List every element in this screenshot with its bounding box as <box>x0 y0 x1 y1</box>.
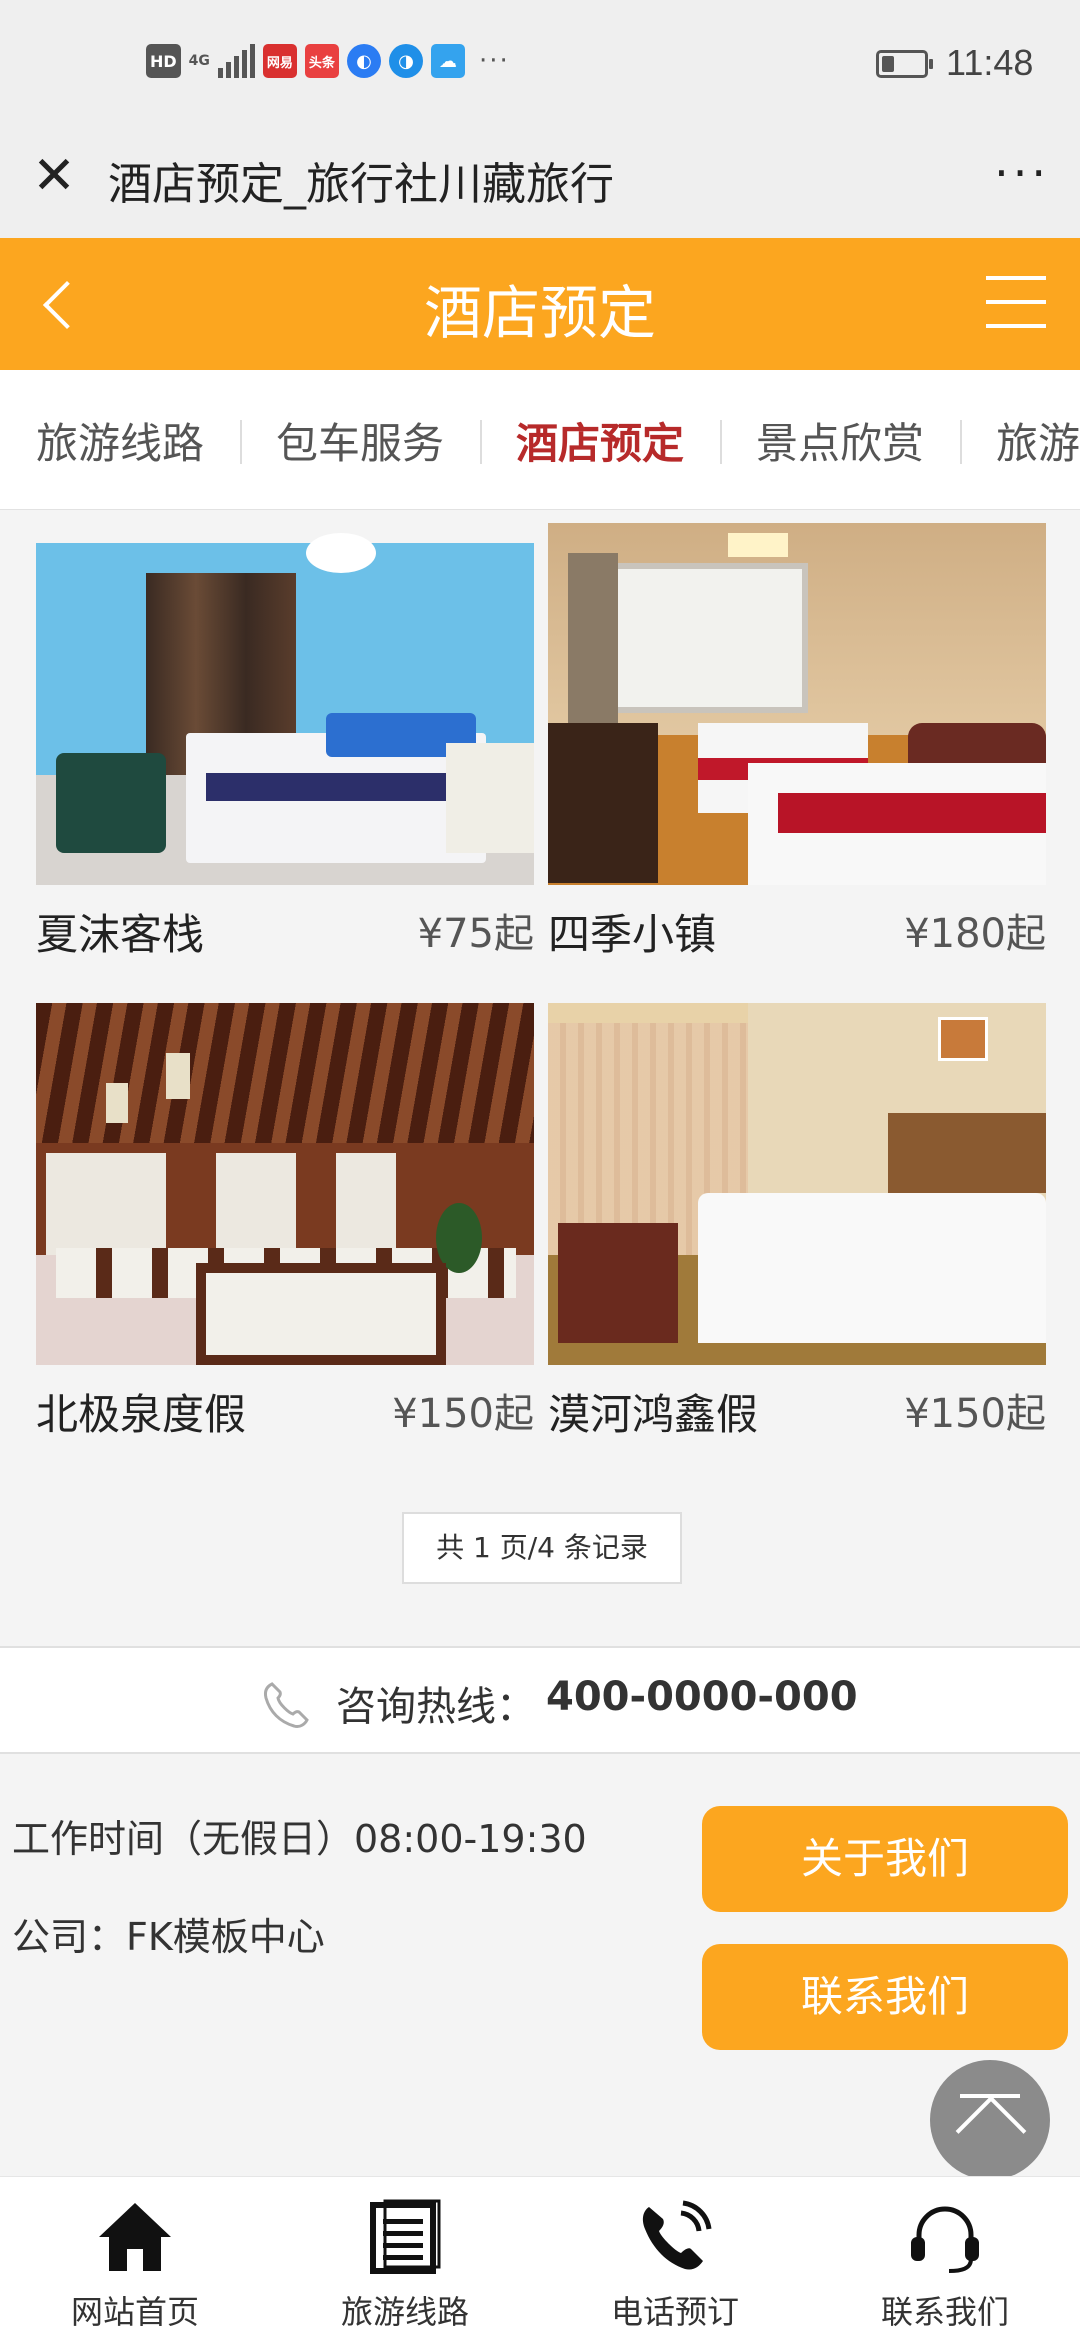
more-notifications-icon: ··· <box>478 46 510 76</box>
network-type: 4G <box>188 53 210 69</box>
battery-icon <box>876 50 933 78</box>
browser-title-bar: ✕ 酒店预定_旅行社川藏旅行 ··· <box>0 130 1080 238</box>
category-item[interactable]: 景点欣赏 <box>756 410 924 471</box>
hotline-bar[interactable]: 咨询热线： 400-0000-000 <box>0 1646 1080 1754</box>
hotel-photo[interactable] <box>548 523 1046 885</box>
cloud-app-icon: ☁ <box>430 44 465 78</box>
hd-icon: HD <box>146 44 181 78</box>
nav-item-routes[interactable]: 旅游线路 <box>270 2177 540 2340</box>
signal-icon <box>217 44 255 78</box>
nav-label: 联系我们 <box>880 2293 1009 2331</box>
hotel-name[interactable]: 漠河鸿鑫假 <box>548 1381 758 1442</box>
hotel-price: ¥75起 <box>417 911 534 957</box>
netease-app-icon: 网易 <box>262 44 297 78</box>
compass-app-icon: ◑ <box>388 44 423 78</box>
hotel-photo[interactable] <box>548 1003 1046 1365</box>
work-time: 工作时间（无假日）08:00-19:30 <box>12 1817 587 1861</box>
close-icon[interactable]: ✕ <box>30 150 78 202</box>
category-divider <box>240 420 242 464</box>
about-us-button[interactable]: 关于我们 <box>702 1806 1068 1912</box>
category-divider <box>480 420 482 464</box>
hotel-card[interactable]: 北极泉度假 ¥150起 <box>36 1003 534 1439</box>
hotel-price: ¥150起 <box>904 1391 1046 1437</box>
category-item-active[interactable]: 酒店预定 <box>516 410 684 471</box>
company-name: 公司：FK模板中心 <box>12 1915 325 1959</box>
status-time: 11:48 <box>946 42 1034 83</box>
category-item[interactable]: 旅游线路 <box>36 410 204 471</box>
nav-item-contact[interactable]: 联系我们 <box>810 2177 1080 2340</box>
pagination-info: 共 1 页/4 条记录 <box>402 1512 682 1584</box>
status-bar: HD 4G 网易 头条 ◐ ◑ ☁ ··· 11:48 <box>0 0 1080 130</box>
hotel-photo[interactable] <box>36 523 534 885</box>
nav-label: 旅游线路 <box>340 2293 469 2331</box>
category-item[interactable]: 旅游 <box>996 410 1080 471</box>
document-list-icon <box>370 2199 441 2274</box>
status-icons: HD 4G 网易 头条 ◐ ◑ ☁ ··· <box>146 44 510 78</box>
header-title: 酒店预定 <box>423 279 656 347</box>
phone-icon <box>264 1682 309 1728</box>
hotel-name[interactable]: 夏沫客栈 <box>36 901 204 962</box>
hotel-card[interactable]: 四季小镇 ¥180起 <box>548 523 1046 959</box>
category-nav: 旅游线路 包车服务 酒店预定 景点欣赏 旅游 <box>0 370 1080 510</box>
back-to-top-button[interactable] <box>930 2060 1050 2180</box>
more-options-icon[interactable]: ··· <box>994 146 1050 200</box>
headset-icon <box>911 2206 979 2273</box>
hotline-number[interactable]: 400-0000-000 <box>546 1674 858 1720</box>
hotel-photo[interactable] <box>36 1003 534 1365</box>
toutiao-app-icon: 头条 <box>304 44 339 78</box>
page-title: 酒店预定_旅行社川藏旅行 <box>108 159 614 210</box>
battery-level <box>882 56 894 72</box>
bottom-nav: 网站首页 旅游线路 电话预订 联系我们 <box>0 2176 1080 2340</box>
nav-item-phone[interactable]: 电话预订 <box>540 2177 810 2340</box>
browser-app-icon: ◐ <box>346 44 381 78</box>
hotline-label: 咨询热线： <box>336 1684 536 1730</box>
nav-label: 网站首页 <box>70 2293 199 2331</box>
nav-item-home[interactable]: 网站首页 <box>0 2177 270 2340</box>
hotel-card[interactable]: 漠河鸿鑫假 ¥150起 <box>548 1003 1046 1439</box>
hotel-price: ¥180起 <box>904 911 1046 957</box>
hotel-name[interactable]: 四季小镇 <box>548 901 716 962</box>
hamburger-menu-icon[interactable] <box>986 276 1046 330</box>
site-header: 酒店预定 <box>0 238 1080 370</box>
nav-label: 电话预订 <box>610 2293 739 2331</box>
phone-call-icon <box>642 2200 712 2270</box>
category-item[interactable]: 包车服务 <box>276 410 444 471</box>
category-divider <box>720 420 722 464</box>
hotel-price: ¥150起 <box>392 1391 534 1437</box>
hotel-card[interactable]: 夏沫客栈 ¥75起 <box>36 523 534 959</box>
home-icon <box>99 2203 171 2271</box>
hotel-name[interactable]: 北极泉度假 <box>36 1381 246 1442</box>
contact-us-button[interactable]: 联系我们 <box>702 1944 1068 2050</box>
category-divider <box>960 420 962 464</box>
